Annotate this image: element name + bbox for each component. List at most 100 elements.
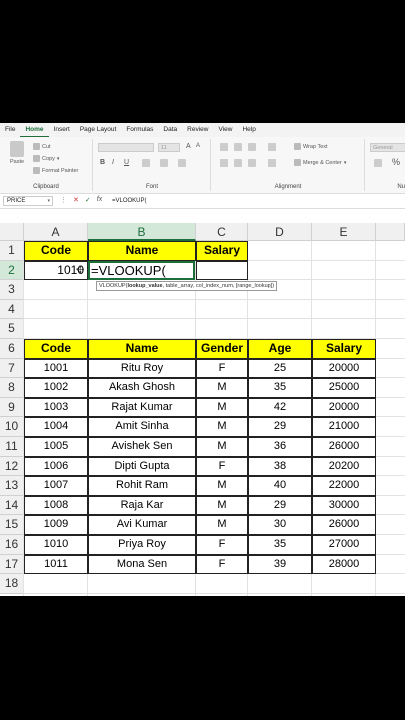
row-header-8[interactable]: 8 — [0, 378, 24, 398]
table-cell[interactable]: M — [196, 437, 248, 457]
table-cell[interactable]: 39 — [248, 554, 312, 575]
table-cell[interactable]: 25000 — [312, 378, 376, 398]
row-header-1[interactable]: 1 — [0, 241, 24, 261]
lookup-header-code[interactable]: Code — [24, 241, 88, 261]
format-painter-button[interactable]: Format Painter — [33, 167, 78, 174]
row-header-2[interactable]: 2 — [0, 260, 24, 281]
table-cell[interactable]: Raja Kar — [88, 495, 196, 516]
table-cell[interactable]: 1005 — [24, 437, 88, 457]
fill-color-icon[interactable] — [160, 159, 168, 167]
table-cell[interactable]: 26000 — [312, 437, 376, 457]
decrease-font-button[interactable]: A — [196, 143, 200, 149]
table-cell[interactable]: 42 — [248, 397, 312, 418]
table-cell[interactable]: Ritu Roy — [88, 358, 196, 379]
orientation-icon[interactable] — [268, 143, 276, 151]
table-cell[interactable]: Mona Sen — [88, 554, 196, 575]
table-cell[interactable]: M — [196, 397, 248, 418]
table-cell[interactable]: Avi Kumar — [88, 515, 196, 535]
table-cell[interactable]: 40 — [248, 476, 312, 496]
column-header-d[interactable]: D — [248, 223, 312, 241]
chevron-down-icon[interactable]: ▾ — [47, 197, 50, 206]
table-cell[interactable]: F — [196, 456, 248, 477]
function-tooltip[interactable]: VLOOKUP(lookup_value, table_array, col_i… — [96, 281, 278, 292]
table-cell[interactable]: F — [196, 535, 248, 555]
table-cell[interactable]: 1010 — [24, 535, 88, 555]
row-header-3[interactable]: 3 — [0, 280, 24, 300]
table-header-name[interactable]: Name — [88, 339, 196, 359]
menu-home[interactable]: Home — [20, 123, 49, 137]
menu-formulas[interactable]: Formulas — [121, 123, 158, 137]
menu-page-layout[interactable]: Page Layout — [75, 123, 122, 137]
table-cell[interactable]: 20000 — [312, 358, 376, 379]
table-cell[interactable]: Amit Sinha — [88, 417, 196, 437]
cut-button[interactable]: Cut — [33, 143, 51, 150]
column-header-f[interactable] — [376, 223, 405, 241]
table-header-age[interactable]: Age — [248, 339, 312, 359]
table-cell[interactable]: 35 — [248, 535, 312, 555]
paste-button[interactable]: Paste — [10, 141, 24, 165]
number-format-select[interactable]: General — [370, 143, 405, 152]
menu-view[interactable]: View — [213, 123, 237, 137]
table-header-salary[interactable]: Salary — [312, 339, 376, 359]
table-cell[interactable]: 1009 — [24, 515, 88, 535]
cancel-icon[interactable]: ✕ — [73, 196, 79, 204]
font-color-icon[interactable] — [178, 159, 186, 167]
table-cell[interactable]: 22000 — [312, 476, 376, 496]
table-cell[interactable]: Rajat Kumar — [88, 397, 196, 418]
underline-button[interactable]: U — [124, 159, 129, 166]
row-header-15[interactable]: 15 — [0, 515, 24, 535]
table-cell[interactable]: 35 — [248, 378, 312, 398]
copy-button[interactable]: Copy ▾ — [33, 155, 59, 162]
column-header-c[interactable]: C — [196, 223, 248, 241]
table-cell[interactable]: 1001 — [24, 358, 88, 379]
table-cell[interactable]: M — [196, 476, 248, 496]
menu-insert[interactable]: Insert — [49, 123, 75, 137]
lookup-header-salary[interactable]: Salary — [196, 241, 248, 261]
increase-font-button[interactable]: A — [186, 143, 191, 150]
merge-center-button[interactable]: Merge & Center ▾ — [294, 159, 346, 166]
table-cell[interactable]: 27000 — [312, 535, 376, 555]
menu-help[interactable]: Help — [237, 123, 260, 137]
row-header-5[interactable]: 5 — [0, 319, 24, 339]
column-header-a[interactable]: A — [24, 223, 88, 241]
enter-icon[interactable]: ✓ — [85, 196, 91, 204]
table-cell[interactable]: 36 — [248, 437, 312, 457]
indent-icon[interactable] — [268, 159, 276, 167]
table-cell[interactable]: 1008 — [24, 495, 88, 516]
row-header-14[interactable]: 14 — [0, 495, 24, 516]
table-cell[interactable]: M — [196, 417, 248, 437]
table-cell[interactable]: 20200 — [312, 456, 376, 477]
table-cell[interactable]: F — [196, 554, 248, 575]
table-cell[interactable]: Dipti Gupta — [88, 456, 196, 477]
select-all-corner[interactable] — [0, 223, 24, 241]
align-bottom-icon[interactable] — [248, 143, 256, 151]
table-cell[interactable]: 30 — [248, 515, 312, 535]
currency-icon[interactable] — [374, 159, 382, 167]
table-cell[interactable]: 1004 — [24, 417, 88, 437]
table-cell[interactable]: 29 — [248, 417, 312, 437]
row-header-17[interactable]: 17 — [0, 554, 24, 575]
row-header-16[interactable]: 16 — [0, 535, 24, 555]
row-header-11[interactable]: 11 — [0, 437, 24, 457]
table-cell[interactable]: 30000 — [312, 495, 376, 516]
table-cell[interactable]: M — [196, 515, 248, 535]
table-cell[interactable]: 20000 — [312, 397, 376, 418]
table-cell[interactable]: Priya Roy — [88, 535, 196, 555]
table-cell[interactable]: Rohit Ram — [88, 476, 196, 496]
table-cell[interactable]: M — [196, 495, 248, 516]
table-cell[interactable]: F — [196, 358, 248, 379]
row-header-7[interactable]: 7 — [0, 358, 24, 379]
column-header-e[interactable]: E — [312, 223, 376, 241]
fx-icon[interactable]: fx — [97, 196, 102, 204]
row-header-10[interactable]: 10 — [0, 417, 24, 437]
percent-button[interactable]: % — [392, 157, 400, 167]
spreadsheet-grid[interactable]: A B C D E 1 2 3 4 5 6 7 8 9 10 11 12 13 14 15 16 17 18 Code Name… — [0, 223, 405, 596]
row-header-12[interactable]: 12 — [0, 456, 24, 477]
menu-file[interactable]: File — [0, 123, 20, 137]
bold-button[interactable]: B — [100, 159, 105, 166]
table-cell[interactable]: 1007 — [24, 476, 88, 496]
font-size-select[interactable]: 11 — [158, 143, 180, 152]
borders-icon[interactable] — [142, 159, 150, 167]
font-name-select[interactable] — [98, 143, 154, 152]
align-left-icon[interactable] — [220, 159, 228, 167]
